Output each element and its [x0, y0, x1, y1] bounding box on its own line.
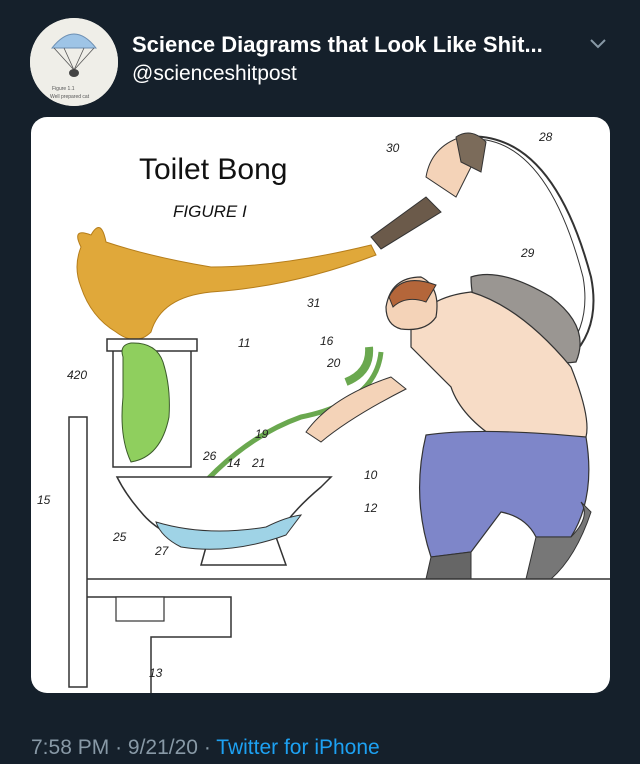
diagram-label: 30: [386, 141, 400, 155]
tweet-footer: 7:58 PM · 9/21/20 · Twitter for iPhone: [31, 736, 380, 760]
diagram-label: 16: [320, 334, 334, 348]
separator: ·: [115, 736, 123, 759]
diagram-label: 28: [538, 130, 553, 144]
diagram-label: 10: [364, 468, 378, 482]
diagram-label: 11: [238, 336, 250, 350]
diagram-label: 14: [227, 456, 241, 470]
toilet-bong-diagram: 30 28 29 31 16 20 11 420 19 26 14 21 10 …: [37, 130, 610, 693]
separator: ·: [203, 736, 211, 759]
diagram-label: 13: [149, 666, 163, 680]
diagram-label: 27: [154, 544, 170, 558]
handle[interactable]: @scienceshitpost: [132, 62, 297, 86]
diagram-label: 21: [251, 456, 265, 470]
diagram-label: 19: [255, 427, 269, 441]
diagram-title: Toilet Bong: [139, 153, 287, 186]
tweet-source-link[interactable]: Twitter for iPhone: [216, 736, 379, 759]
avatar-caption-2: Well prepared cat: [50, 94, 90, 100]
smoke-cloud: [76, 227, 377, 340]
diagram-subtitle: FIGURE I: [173, 202, 247, 221]
chevron-down-icon[interactable]: [588, 36, 608, 52]
parachute-cat-icon: Figure 1.1 Well prepared cat: [30, 18, 118, 106]
diagram-label: 20: [326, 356, 341, 370]
diagram-label: 29: [520, 246, 535, 260]
diagram-label: 25: [112, 530, 127, 544]
tweet-date[interactable]: 9/21/20: [128, 736, 198, 759]
diagram-label: 26: [202, 449, 217, 463]
tweet-header: Figure 1.1 Well prepared cat Science Dia…: [0, 0, 640, 110]
avatar[interactable]: Figure 1.1 Well prepared cat: [30, 18, 118, 106]
diagram-label: 31: [307, 296, 320, 310]
avatar-caption-1: Figure 1.1: [52, 86, 75, 92]
display-name[interactable]: Science Diagrams that Look Like Shit...: [132, 32, 543, 58]
diagram-label: 420: [67, 368, 87, 382]
tweet-time[interactable]: 7:58 PM: [31, 736, 109, 759]
tweet-image[interactable]: 30 28 29 31 16 20 11 420 19 26 14 21 10 …: [31, 117, 610, 693]
diagram-label: 12: [364, 501, 378, 515]
diagram-label: 15: [37, 493, 51, 507]
